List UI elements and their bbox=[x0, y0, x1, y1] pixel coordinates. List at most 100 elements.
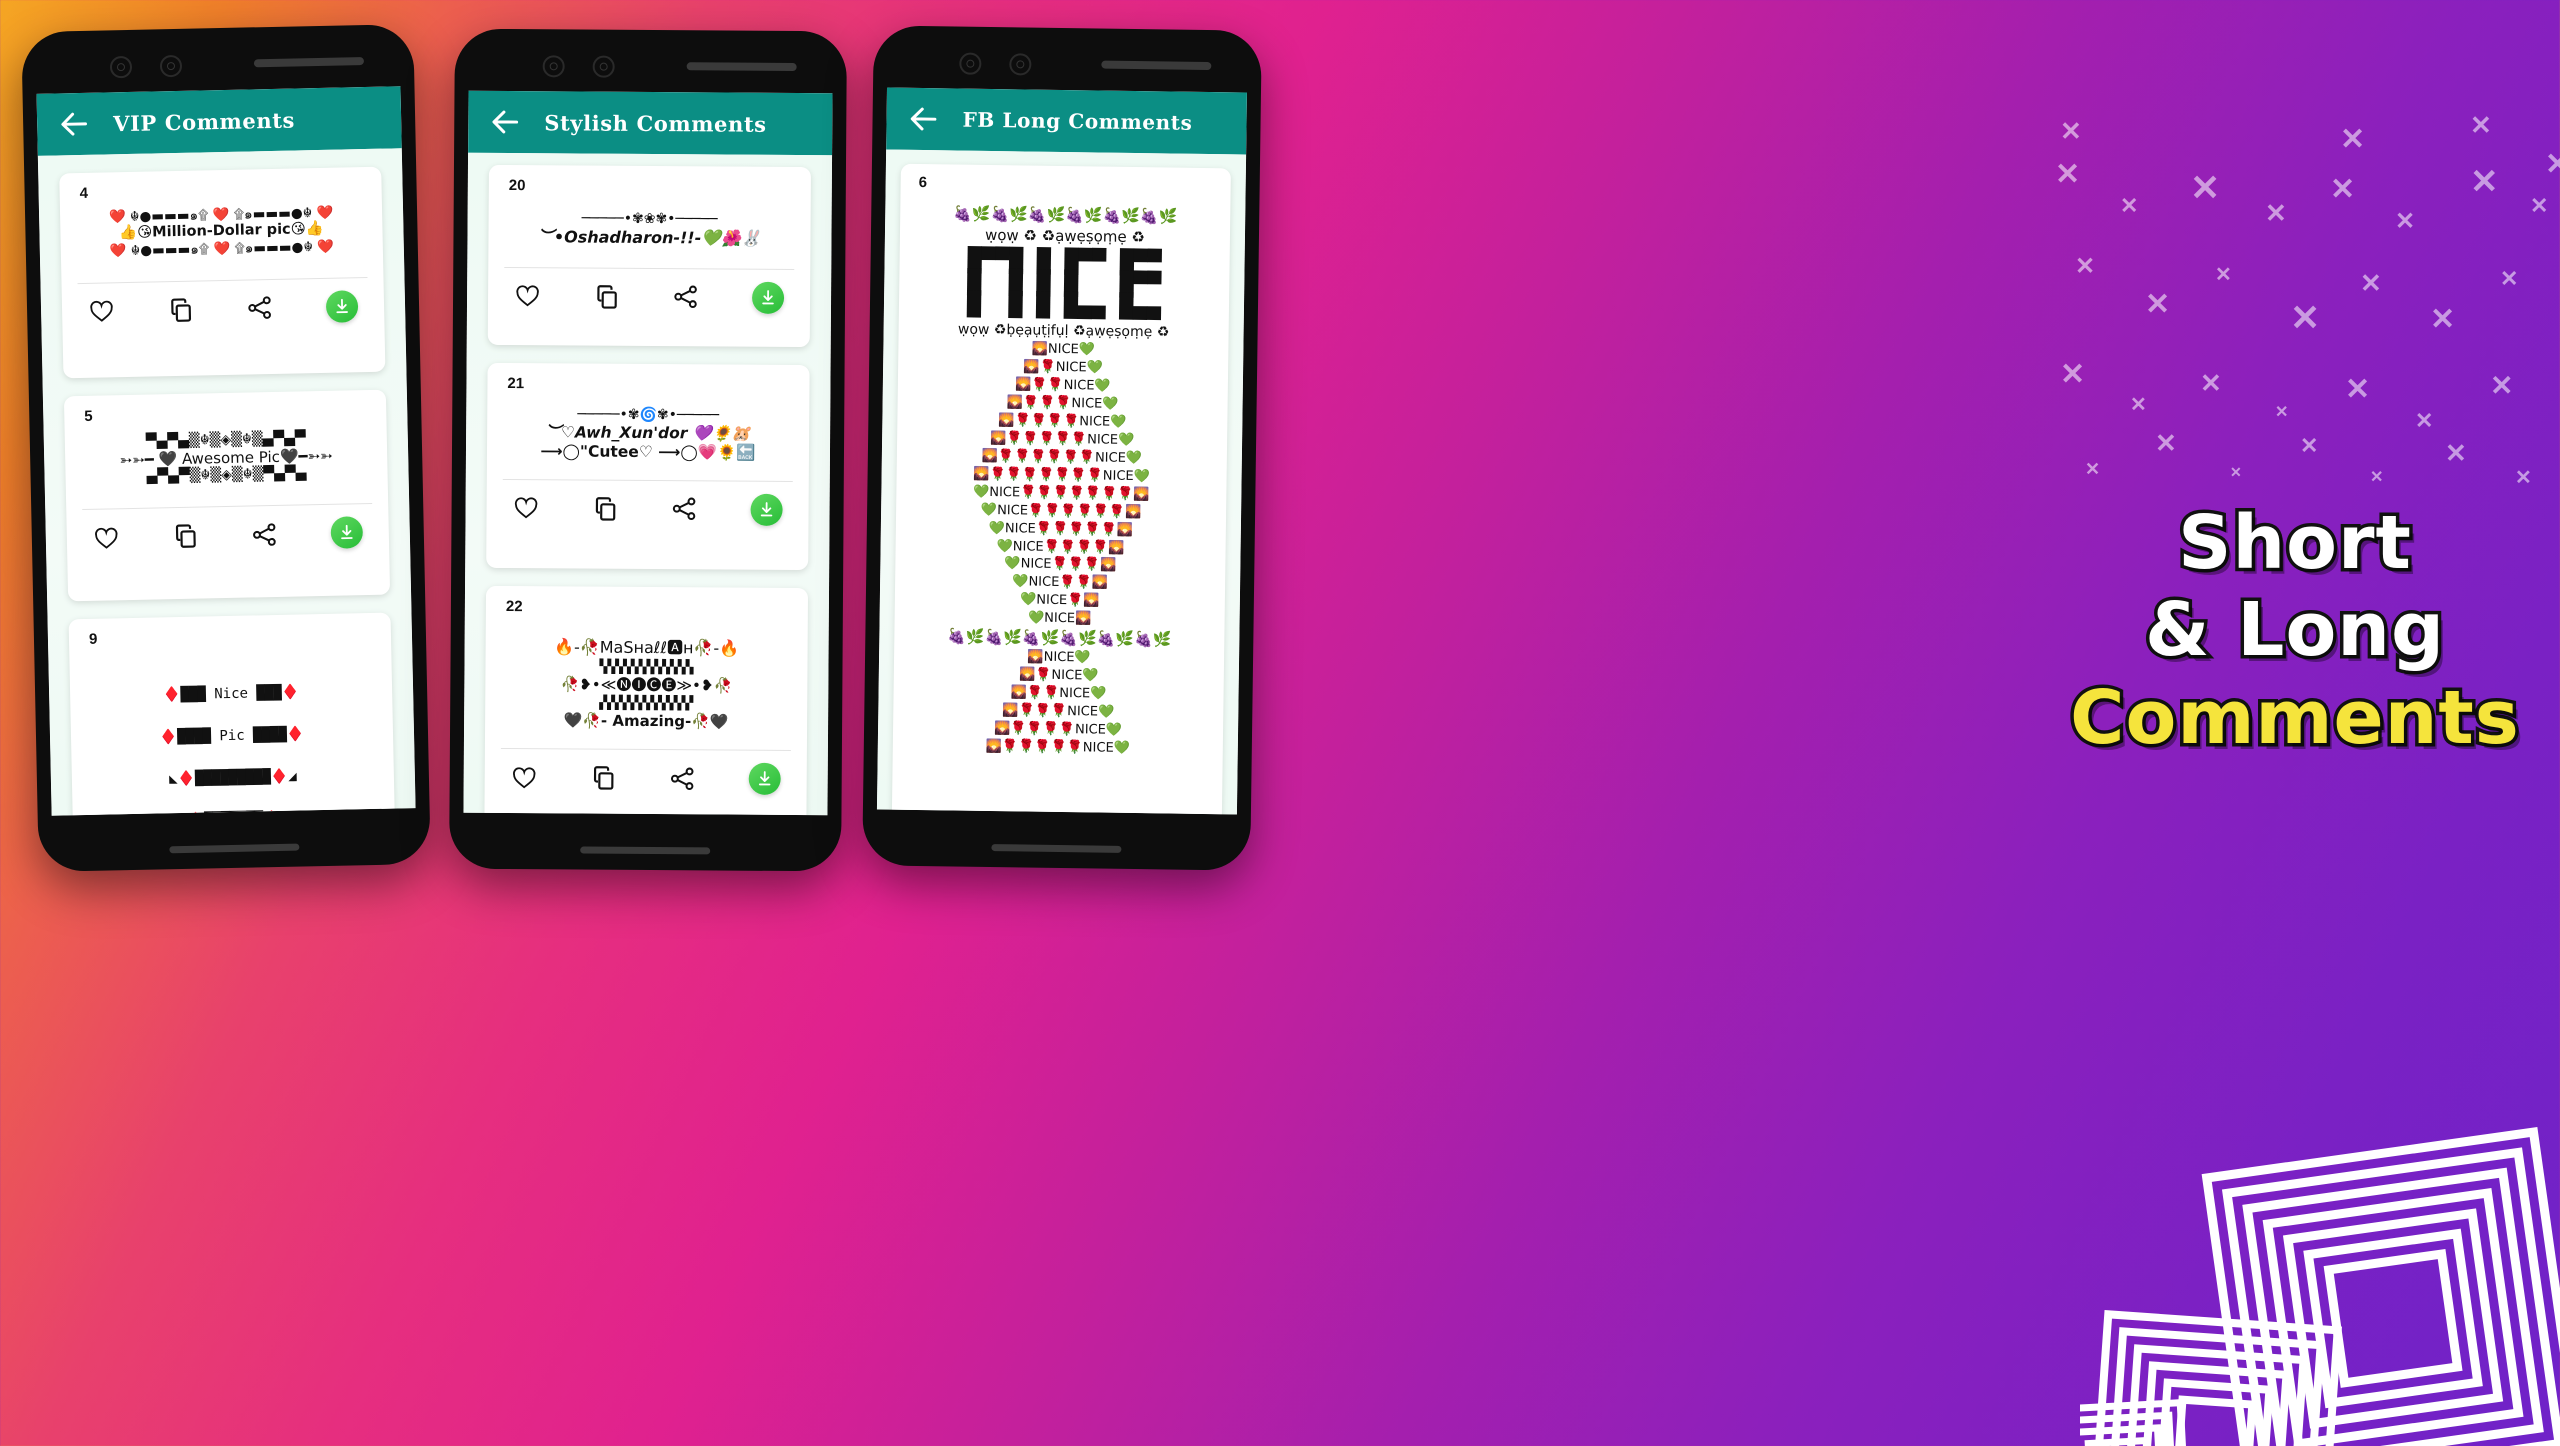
comment-line: ♦️███ Nice ███♦️ bbox=[162, 684, 300, 704]
comment-line: ◣♦️█████████♦️◢ bbox=[168, 768, 297, 788]
like-button[interactable] bbox=[511, 764, 538, 791]
deco-x-mark: ✕ bbox=[2190, 167, 2221, 208]
like-button[interactable] bbox=[514, 282, 541, 309]
share-button[interactable] bbox=[251, 521, 279, 549]
appbar-title-fblong: FB Long Comments bbox=[962, 107, 1193, 135]
deco-x-mark: ✕ bbox=[2490, 370, 2514, 401]
appbar-vip: VIP Comments bbox=[36, 86, 402, 156]
deco-x-mark: ✕ bbox=[2145, 288, 2171, 321]
deco-x-mark: ✕ bbox=[2085, 459, 2101, 479]
comment-card[interactable]: 9 ♦️███ Nice ███♦️ ♦️████ Pic ████♦️ ◣♦️… bbox=[68, 612, 396, 816]
deco-x-mark: ✕ bbox=[2445, 438, 2467, 468]
deco-x-mark: ✕ bbox=[2200, 368, 2222, 398]
comment-card[interactable]: 20 ─────•✾❀✾•───── ︶•Oshadharon-!!-💚🌺🐰 bbox=[487, 164, 811, 348]
deco-x-mark: ✕ bbox=[2215, 264, 2232, 286]
download-button[interactable] bbox=[751, 281, 784, 314]
appbar-stylish: Stylish Comments bbox=[468, 90, 833, 156]
download-button[interactable] bbox=[325, 289, 359, 323]
like-button[interactable] bbox=[93, 524, 121, 552]
comment-line: ẉọẉ ♻ ♻ạẉẹṣọṃẹ ♻ bbox=[984, 225, 1146, 246]
card-list-fblong[interactable]: 6 🍇🌿🍇🌿🍇🌿🍇🌿🍇🌿🍇🌿 ẉọẉ ♻ ♻ạẉẹṣọṃẹ ♻ █▀▀█ █ █… bbox=[876, 149, 1247, 815]
card-index: 4 bbox=[79, 184, 89, 203]
deco-x-mark: ✕ bbox=[2370, 469, 2384, 486]
deco-x-mark: ✕ bbox=[2120, 193, 2139, 218]
phone-top-bezel bbox=[455, 29, 847, 94]
navigation-pill bbox=[991, 844, 1122, 853]
card-action-row bbox=[66, 504, 389, 567]
deco-x-mark: ✕ bbox=[2230, 464, 2242, 480]
promo-text-block: Short & Long Comments bbox=[2060, 496, 2530, 764]
comment-line: ︶•Oshadharon-!!-💚🌺🐰 bbox=[537, 227, 762, 248]
card-index: 20 bbox=[508, 177, 526, 195]
copy-button[interactable] bbox=[592, 496, 618, 522]
copy-button[interactable] bbox=[594, 283, 620, 309]
copy-button[interactable] bbox=[172, 523, 199, 550]
nice-block-art: █▀▀█ █ █▀▀ █▀▀ █ █ █ █ █▀▀ █ █ █ █▄▄ █▄▄ bbox=[966, 248, 1162, 321]
phone-screen-fblong: FB Long Comments 6 🍇🌿🍇🌿🍇🌿🍇🌿🍇🌿🍇🌿 ẉọẉ ♻ ♻ạ… bbox=[876, 87, 1247, 815]
deco-x-mark: ✕ bbox=[2330, 173, 2356, 206]
deco-x-mark: ✕ bbox=[2545, 148, 2560, 181]
share-button[interactable] bbox=[671, 496, 698, 523]
card-list-vip[interactable]: 4 ❤️ ☬●▬▬▬๑۩ ❤️ ۩๑▬▬▬●☬ ❤️ 👍😘Million-Dol… bbox=[37, 148, 416, 816]
copy-button[interactable] bbox=[590, 765, 616, 791]
phone-screen-vip: VIP Comments 4 ❤️ ☬●▬▬▬๑۩ ❤️ ۩๑▬▬▬●☬ ❤️ … bbox=[36, 86, 416, 816]
front-camera-secondary-icon bbox=[592, 55, 615, 78]
front-camera-icon bbox=[542, 55, 565, 78]
card-action-row bbox=[485, 749, 807, 807]
comment-text: ─────•✾🌀✾•───── ︶♡Awh_Xun'dor 💜🌻🐹 ⟶◯"Cut… bbox=[487, 406, 809, 463]
comment-card[interactable]: 5 ▀▄▀▄▒☬▒◈▒☬▒▄▀▄▀ ➳➳━ 🖤 Awesome Pic🖤━➳➳ … bbox=[63, 389, 391, 602]
deco-x-mark: ✕ bbox=[2470, 163, 2499, 201]
deco-x-mark: ✕ bbox=[2530, 193, 2549, 218]
comment-card[interactable]: 22 🔥-🥀MaSнaℓℓ🅰н🥀-🔥 ▚▚▚▚▚▚▚▚▚▚▚▚ 🥀❥•≪🅝🅘🅒🅔… bbox=[484, 585, 809, 816]
front-camera-icon bbox=[959, 52, 982, 75]
back-arrow-icon[interactable] bbox=[906, 102, 940, 136]
deco-x-mark: ✕ bbox=[2515, 467, 2532, 489]
comment-line: ︶♡Awh_Xun'dor 💜🌻🐹 bbox=[545, 423, 751, 443]
download-button[interactable] bbox=[748, 763, 781, 796]
card-index: 5 bbox=[84, 407, 93, 425]
card-list-stylish[interactable]: 20 ─────•✾❀✾•───── ︶•Oshadharon-!!-💚🌺🐰 2… bbox=[463, 152, 833, 816]
navigation-pill bbox=[169, 843, 300, 854]
comment-card[interactable]: 6 🍇🌿🍇🌿🍇🌿🍇🌿🍇🌿🍇🌿 ẉọẉ ♻ ♻ạẉẹṣọṃẹ ♻ █▀▀█ █ █… bbox=[891, 163, 1231, 815]
deco-x-mark: ✕ bbox=[2130, 394, 2147, 416]
comment-line: ◣♦️███████♦️◢ bbox=[73, 810, 395, 816]
share-button[interactable] bbox=[669, 765, 696, 792]
earpiece-speaker bbox=[686, 62, 797, 72]
front-camera-secondary-icon bbox=[159, 54, 183, 78]
card-index: 6 bbox=[918, 173, 928, 192]
comment-text: ❤️ ☬●▬▬▬๑۩ ❤️ ۩๑▬▬▬●☬ ❤️ 👍😘Million-Dolla… bbox=[60, 204, 383, 261]
appbar-fblong: FB Long Comments bbox=[886, 87, 1247, 155]
copy-button[interactable] bbox=[168, 296, 195, 323]
comment-text: ▀▄▀▄▒☬▒◈▒☬▒▄▀▄▀ ➳➳━ 🖤 Awesome Pic🖤━➳➳ ▄▀… bbox=[65, 429, 388, 488]
phone-top-bezel bbox=[873, 25, 1262, 92]
deco-x-mark: ✕ bbox=[2395, 208, 2416, 235]
download-button[interactable] bbox=[750, 493, 783, 526]
download-button[interactable] bbox=[330, 516, 363, 550]
back-arrow-icon[interactable] bbox=[488, 105, 522, 139]
share-button[interactable] bbox=[246, 294, 274, 322]
appbar-title-stylish: Stylish Comments bbox=[544, 109, 767, 137]
deco-x-mark: ✕ bbox=[2470, 110, 2492, 140]
card-index: 9 bbox=[88, 630, 98, 648]
like-button[interactable] bbox=[88, 297, 116, 325]
deco-x-mark: ✕ bbox=[2265, 198, 2287, 228]
comment-text: ♦️███ Nice ███♦️ ♦️████ Pic ████♦️ ◣♦️██… bbox=[69, 656, 395, 816]
comment-text: ─────•✾❀✾•───── ︶•Oshadharon-!!-💚🌺🐰 bbox=[488, 210, 810, 249]
earpiece-speaker bbox=[1101, 60, 1212, 71]
background-squares-pattern bbox=[2080, 1127, 2560, 1446]
phone-vip-comments: VIP Comments 4 ❤️ ☬●▬▬▬๑۩ ❤️ ۩๑▬▬▬●☬ ❤️ … bbox=[21, 23, 431, 873]
appbar-title-vip: VIP Comments bbox=[112, 106, 296, 136]
deco-x-mark: ✕ bbox=[2155, 428, 2177, 458]
deco-x-mark: ✕ bbox=[2055, 158, 2081, 191]
deco-x-mark: ✕ bbox=[2360, 268, 2382, 298]
comment-card[interactable]: 21 ─────•✾🌀✾•───── ︶♡Awh_Xun'dor 💜🌻🐹 ⟶◯"… bbox=[486, 362, 810, 571]
deco-x-mark: ✕ bbox=[2345, 373, 2371, 406]
promo-line-and-long: & Long bbox=[2142, 584, 2448, 677]
like-button[interactable] bbox=[513, 494, 540, 521]
front-camera-icon bbox=[109, 55, 133, 79]
back-arrow-icon[interactable] bbox=[57, 107, 92, 142]
share-button[interactable] bbox=[672, 283, 699, 310]
comment-text: 🔥-🥀MaSнaℓℓ🅰н🥀-🔥 ▚▚▚▚▚▚▚▚▚▚▚▚ 🥀❥•≪🅝🅘🅒🅔≫•❥… bbox=[485, 635, 808, 735]
comment-card[interactable]: 4 ❤️ ☬●▬▬▬๑۩ ❤️ ۩๑▬▬▬●☬ ❤️ 👍😘Million-Dol… bbox=[59, 166, 386, 379]
promo-line-comments: Comments bbox=[2067, 671, 2523, 764]
